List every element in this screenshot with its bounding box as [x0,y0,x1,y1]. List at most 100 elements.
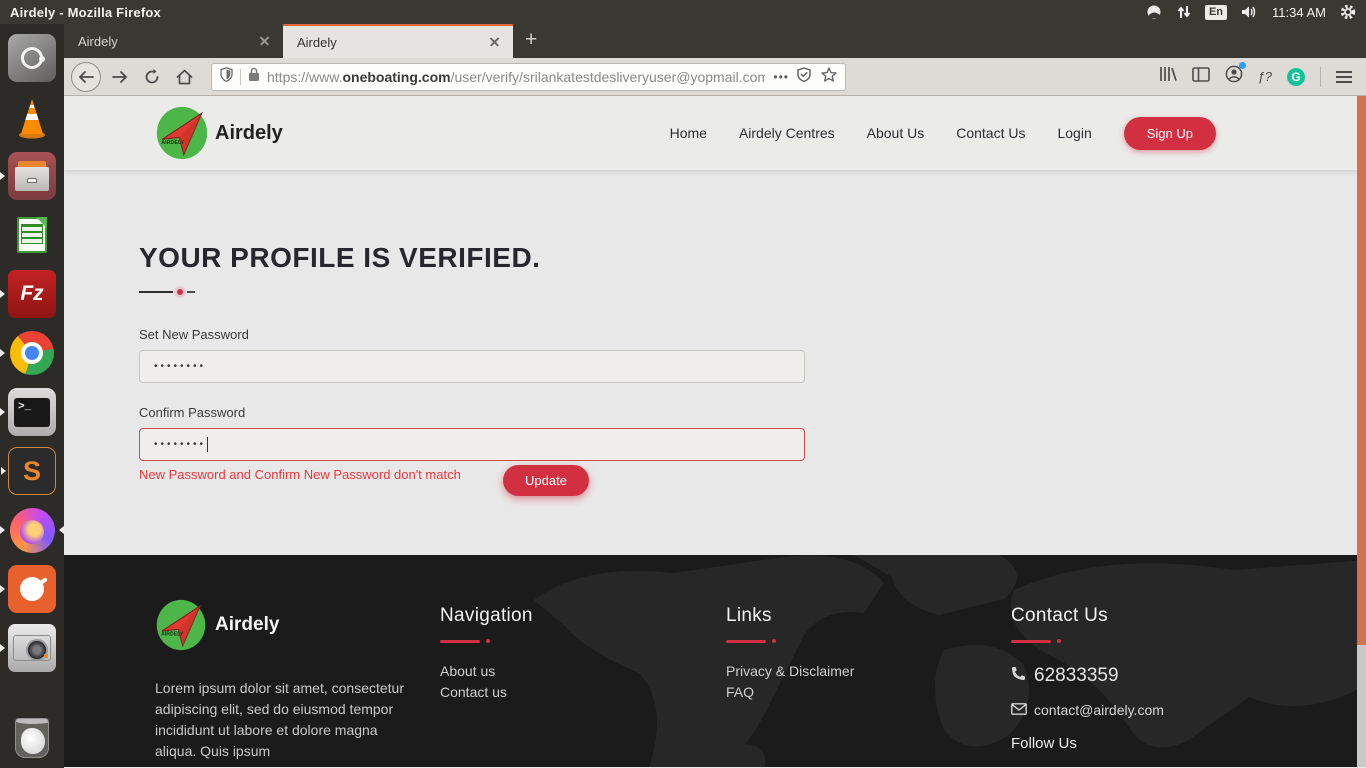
account-icon[interactable] [1225,65,1243,88]
confirm-password-label: Confirm Password [139,405,1366,420]
pocket-shield-icon[interactable] [797,67,811,87]
screenshot-tool-icon[interactable] [8,624,56,672]
browser-toolbar: https://www.oneboating.com/user/verify/s… [64,58,1366,96]
volume-icon[interactable] [1241,5,1258,19]
site-footer: AIRDELY Airdely Lorem ipsum dolor sit am… [64,555,1366,767]
footer-about-text: Lorem ipsum dolor sit amet, consectetur … [155,678,407,762]
new-password-label: Set New Password [139,327,1366,342]
url-text: https://www.oneboating.com/user/verify/s… [267,69,765,85]
tab-close-icon[interactable] [487,34,503,50]
grammarly-icon[interactable]: G [1287,68,1305,86]
signup-button[interactable]: Sign Up [1124,117,1216,150]
footer-contact-title: Contact Us [1011,605,1164,627]
site-nav: Home Airdely Centres About Us Contact Us… [670,117,1216,150]
tracking-protection-shield-icon[interactable] [220,67,233,87]
forward-button[interactable] [107,64,133,90]
launcher-dock: Fz >_ S [0,24,64,768]
page-scrollbar[interactable] [1357,96,1366,767]
clock[interactable]: 11:34 AM [1272,5,1326,20]
back-button[interactable] [71,62,101,92]
filezilla-icon[interactable]: Fz [8,270,56,318]
svg-text:AIRDELY: AIRDELY [161,631,184,637]
libreoffice-calc-icon[interactable] [8,211,56,259]
footer-contact-column: Contact Us 62833359 contact@airdely.com … [1011,605,1164,752]
home-button[interactable] [171,64,197,90]
tab-airdely-2[interactable]: Airdely [283,24,513,58]
footer-divider [1011,639,1164,643]
footer-link-about-us[interactable]: About us [440,661,533,682]
footer-navigation-column: Navigation About us Contact us [440,605,533,703]
footer-link-contact-us[interactable]: Contact us [440,682,533,703]
tab-close-icon[interactable] [257,33,273,49]
new-password-value: •••••••• [154,361,206,372]
phone-icon [1011,665,1026,687]
airdely-footer-logo: AIRDELY [155,598,207,652]
library-icon[interactable] [1159,66,1177,87]
nav-home[interactable]: Home [670,125,707,141]
bookmark-star-icon[interactable] [821,67,837,87]
tab-bar: Airdely Airdely + [64,24,1366,58]
firefox-icon[interactable] [8,506,56,554]
lock-icon[interactable] [248,67,260,87]
airdely-logo[interactable]: AIRDELY [155,105,209,161]
page-viewport: AIRDELY Airdely Home Airdely Centres Abo… [64,96,1366,767]
chrome-icon[interactable] [8,329,56,377]
text-caret [207,437,208,452]
site-header: AIRDELY Airdely Home Airdely Centres Abo… [64,96,1366,170]
footer-brand-name: Airdely [215,614,279,636]
footer-phone[interactable]: 62833359 [1034,665,1119,687]
toolbar-extensions: ƒ? G [1159,65,1366,88]
new-password-input[interactable]: •••••••• [139,350,805,383]
nav-contact-us[interactable]: Contact Us [956,125,1025,141]
keyboard-layout-indicator[interactable]: En [1205,5,1227,20]
confirm-password-value: •••••••• [154,439,206,450]
session-gear-icon[interactable] [1340,4,1356,20]
sublime-text-icon[interactable]: S [8,447,56,495]
page-actions-icon[interactable]: ••• [773,70,789,84]
window-titlebar: Airdely - Mozilla Firefox En 11:34 AM [0,0,1366,24]
footer-link-faq[interactable]: FAQ [726,682,854,703]
update-button[interactable]: Update [503,465,589,496]
tab-airdely-1[interactable]: Airdely [64,24,283,58]
footer-link-privacy[interactable]: Privacy & Disclaimer [726,661,854,682]
archive-manager-icon[interactable] [8,152,56,200]
svg-text:AIRDELY: AIRDELY [161,140,185,146]
new-tab-button[interactable]: + [513,28,549,55]
follow-us-label: Follow Us [1011,735,1164,752]
notification-dot [1239,62,1246,69]
weather-icon[interactable] [1146,5,1163,19]
sidebar-toggle-icon[interactable] [1192,67,1210,87]
footer-navigation-title: Navigation [440,605,533,627]
footer-email[interactable]: contact@airdely.com [1034,702,1164,718]
page-title: YOUR PROFILE IS VERIFIED. [139,242,1366,274]
brand-name[interactable]: Airdely [215,122,283,145]
ubuntu-dash-icon[interactable] [8,34,56,82]
screen: Airdely - Mozilla Firefox En 11:34 AM Fz [0,0,1366,768]
fonts-addon-icon[interactable]: ƒ? [1258,69,1272,84]
terminal-prompt-glyph: >_ [14,398,50,427]
menu-icon[interactable] [1336,71,1352,83]
password-mismatch-error: New Password and Confirm New Password do… [139,467,461,482]
nav-airdely-centres[interactable]: Airdely Centres [739,125,835,141]
form-error-row: New Password and Confirm New Password do… [139,466,805,484]
footer-brand-column: AIRDELY Airdely Lorem ipsum dolor sit am… [155,598,425,762]
nav-about-us[interactable]: About Us [867,125,925,141]
vlc-icon[interactable] [8,93,56,141]
trash-icon[interactable] [8,710,56,758]
email-icon [1011,702,1027,718]
terminal-icon[interactable]: >_ [8,388,56,436]
system-tray: En 11:34 AM [1146,4,1366,20]
network-traffic-icon[interactable] [1177,5,1191,19]
reload-button[interactable] [139,64,165,90]
footer-links-column: Links Privacy & Disclaimer FAQ [726,605,854,703]
scrollbar-thumb[interactable] [1357,96,1366,645]
confirm-password-input[interactable]: •••••••• [139,428,805,461]
footer-divider [440,639,533,643]
postman-icon[interactable] [8,565,56,613]
footer-links-title: Links [726,605,854,627]
nav-login[interactable]: Login [1057,125,1091,141]
toolbar-separator [1320,67,1321,87]
window-title: Airdely - Mozilla Firefox [0,5,161,20]
tab-label: Airdely [297,35,487,50]
url-bar[interactable]: https://www.oneboating.com/user/verify/s… [211,63,846,91]
